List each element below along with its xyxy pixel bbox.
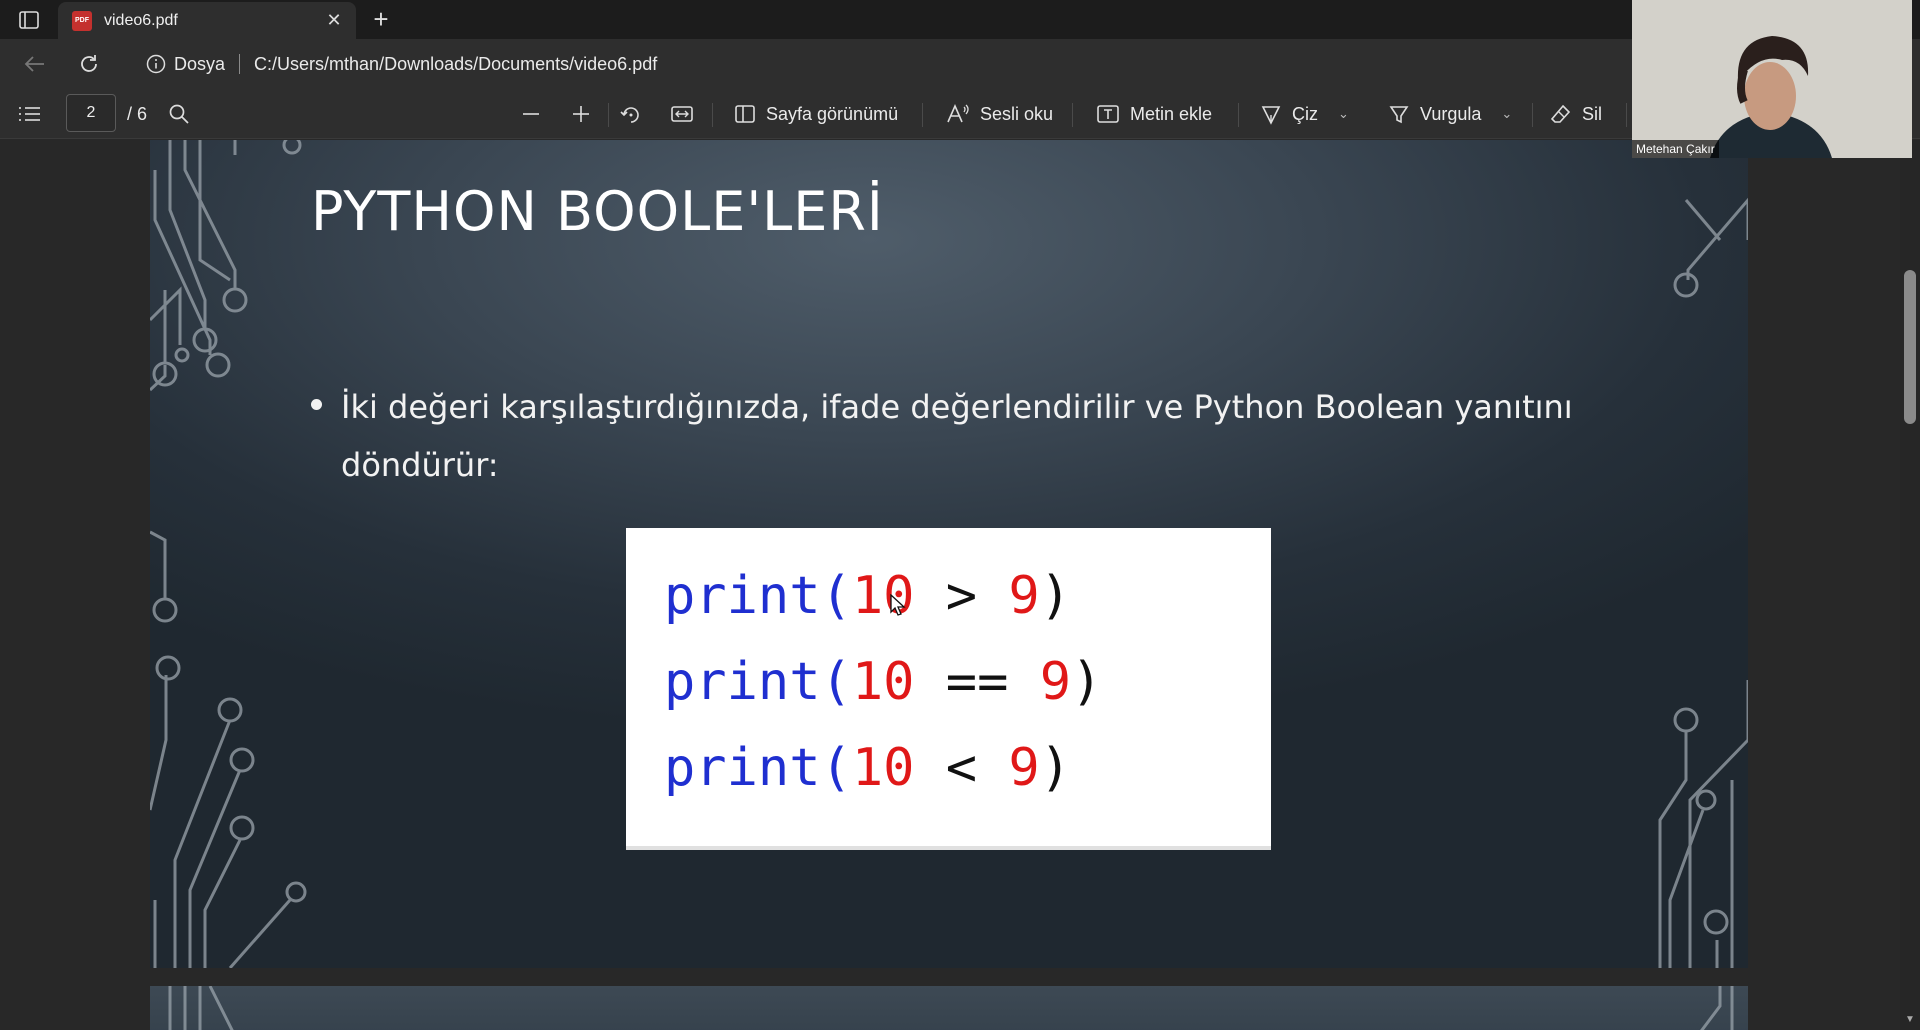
code-line-3: print(10 < 9)	[664, 738, 1072, 798]
toolbar-divider	[1072, 103, 1073, 127]
bullet-text: İki değeri karşılaştırdığınızda, ifade d…	[341, 388, 1573, 484]
read-aloud-label: Sesli oku	[980, 103, 1054, 124]
bullet-point: İki değeri karşılaştırdığınızda, ifade d…	[311, 378, 1701, 494]
highlight-button[interactable]: Vurgula ⌄	[1388, 89, 1512, 139]
address-bar[interactable]: Dosya C:/Users/mthan/Downloads/Documents…	[134, 45, 1634, 83]
toolbar-divider	[922, 103, 923, 127]
read-aloud-icon	[947, 104, 969, 123]
fit-width-icon[interactable]	[670, 89, 694, 139]
toolbar-divider	[712, 103, 713, 127]
pdf-page-3	[150, 986, 1748, 1030]
participant-name-label: Metehan Çakır	[1632, 140, 1719, 158]
site-info-label: Dosya	[174, 53, 226, 74]
search-icon[interactable]	[168, 89, 190, 139]
webcam-overlay: Metehan Çakır	[1632, 0, 1912, 158]
info-icon	[146, 54, 166, 74]
refresh-icon[interactable]	[76, 51, 102, 77]
highlight-icon	[1389, 106, 1409, 124]
erase-button[interactable]: Sil	[1550, 89, 1602, 139]
tab-actions-icon[interactable]	[14, 8, 44, 32]
add-text-icon	[1097, 105, 1119, 123]
tab-video6[interactable]: video6.pdf ✕	[58, 2, 356, 39]
page-view-label: Sayfa görünümü	[766, 103, 899, 124]
total-pages: / 6	[127, 103, 148, 124]
highlight-options-chevron-down-icon[interactable]: ⌄	[1501, 106, 1512, 122]
rotate-icon[interactable]	[620, 89, 642, 139]
code-line-1: print(10 > 9)	[664, 566, 1072, 626]
page-number-input[interactable]: 2	[66, 94, 116, 132]
pdf-file-icon	[72, 10, 92, 31]
back-icon[interactable]	[22, 51, 48, 77]
address-separator	[239, 54, 241, 74]
pdf-viewer[interactable]: PYTHON BOOLE'LERİ İki değeri karşılaştır…	[0, 140, 1900, 1030]
toolbar-divider	[1626, 103, 1627, 127]
draw-options-chevron-down-icon[interactable]: ⌄	[1338, 106, 1349, 122]
add-text-label: Metin ekle	[1130, 103, 1213, 124]
slide-title: PYTHON BOOLE'LERİ	[311, 180, 884, 243]
zoom-out-icon[interactable]	[520, 89, 542, 139]
toolbar-divider	[1532, 103, 1533, 127]
toolbar-divider	[608, 103, 609, 127]
eraser-icon	[1550, 104, 1571, 123]
draw-icon	[1261, 106, 1281, 125]
code-line-2: print(10 == 9)	[664, 652, 1103, 712]
circuit-decoration	[168, 986, 1734, 1030]
toolbar-divider	[1238, 103, 1239, 127]
new-tab-button[interactable]: +	[368, 6, 394, 32]
draw-button[interactable]: Çiz ⌄	[1260, 89, 1349, 139]
tab-title: video6.pdf	[104, 11, 178, 29]
url-text[interactable]: C:/Users/mthan/Downloads/Documents/video…	[254, 54, 657, 75]
bullet-dot	[311, 399, 322, 410]
code-example-image: print(10 > 9) print(10 == 9) print(10 < …	[626, 528, 1271, 850]
draw-label: Çiz	[1292, 103, 1318, 124]
zoom-in-icon[interactable]	[570, 89, 592, 139]
page-view-icon	[735, 105, 755, 123]
participant-video	[1632, 0, 1912, 158]
erase-label: Sil	[1582, 103, 1603, 124]
site-info-button[interactable]: Dosya	[134, 49, 235, 79]
mouse-cursor-icon	[890, 594, 906, 616]
scroll-down-icon[interactable]: ▼	[1904, 1014, 1916, 1026]
close-tab-icon[interactable]: ✕	[322, 9, 346, 33]
add-text-button[interactable]: Metin ekle	[1096, 89, 1212, 139]
pdf-page-2: PYTHON BOOLE'LERİ İki değeri karşılaştır…	[150, 140, 1748, 968]
read-aloud-button[interactable]: Sesli oku	[946, 89, 1053, 139]
scrollbar-thumb[interactable]	[1904, 270, 1916, 424]
highlight-label: Vurgula	[1420, 103, 1482, 124]
contents-icon[interactable]	[18, 89, 42, 139]
page-view-button[interactable]: Sayfa görünümü	[734, 89, 898, 139]
